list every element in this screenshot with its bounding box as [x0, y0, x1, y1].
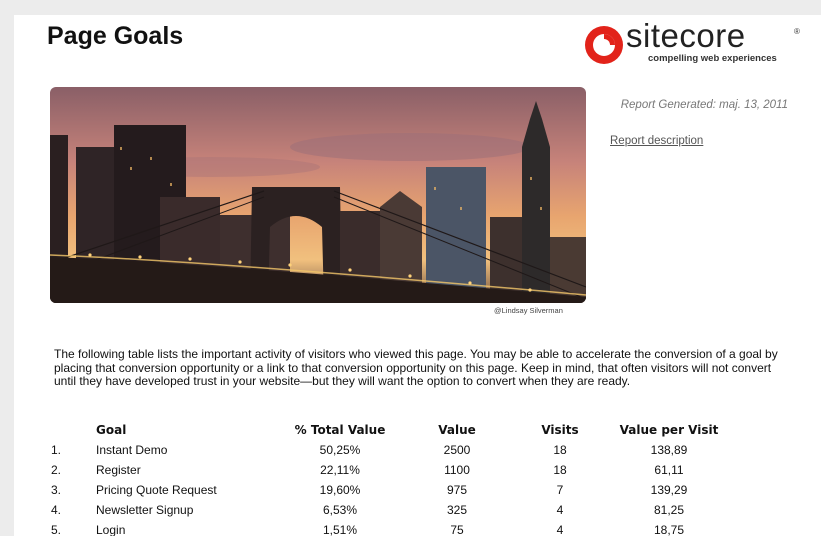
goal-visits: 18: [553, 443, 567, 457]
goal-name: Register: [96, 463, 141, 477]
sitecore-logo-icon: [585, 26, 623, 64]
value-per-visit: 81,25: [653, 503, 685, 517]
header-goal: Goal: [96, 423, 127, 437]
value-per-visit: 18,75: [653, 523, 685, 536]
percent-total-value: 22,11%: [320, 463, 360, 477]
goal-value: 2500: [443, 443, 471, 457]
goal-visits: 18: [553, 463, 567, 477]
header-number: [51, 420, 96, 440]
goal-visits: 4: [556, 503, 564, 517]
goal-name: Newsletter Signup: [96, 503, 194, 517]
city-skyline-photo: [50, 87, 586, 303]
row-number: 3.: [51, 483, 62, 497]
percent-total-value: 50,25%: [319, 443, 361, 457]
table-header-row: Goal % Total Value Value Visits Value pe…: [51, 420, 726, 440]
photo-credit: @Lindsay Silverman: [494, 306, 563, 315]
logo-tagline: compelling web experiences: [648, 53, 777, 64]
row-number: 4.: [51, 503, 62, 517]
logo-wordmark: sitecore: [626, 17, 746, 54]
value-per-visit: 138,89: [650, 443, 688, 457]
goal-value: 75: [450, 523, 464, 536]
report-generated-date: Report Generated: maj. 13, 2011: [620, 99, 788, 111]
row-number: 5.: [51, 523, 62, 536]
table-row: 5. Login 1,51% 75 4 18,75: [51, 520, 726, 536]
goals-table: Goal % Total Value Value Visits Value pe…: [51, 420, 726, 536]
percent-total-value: 19,60%: [319, 483, 361, 497]
intro-paragraph: The following table lists the important …: [54, 347, 778, 389]
sitecore-logo: sitecore ® compelling web experiences: [582, 17, 810, 71]
table-row: 3. Pricing Quote Request 19,60% 975 7 13…: [51, 480, 726, 500]
goal-visits: 7: [556, 483, 564, 497]
report-description-link[interactable]: Report description: [610, 135, 703, 147]
percent-total-value: 1,51%: [322, 523, 358, 536]
row-number: 2.: [51, 463, 62, 477]
report-page: Page Goals sitecore ® compelling web exp…: [14, 15, 821, 536]
goal-name: Login: [96, 523, 126, 536]
percent-total-value: 6,53%: [322, 503, 358, 517]
header-visits: Visits: [541, 423, 579, 437]
goal-value: 975: [446, 483, 468, 497]
header-value-per-visit: Value per Visit: [619, 423, 719, 437]
table-row: 4. Newsletter Signup 6,53% 325 4 81,25: [51, 500, 726, 520]
header-value: Value: [438, 423, 476, 437]
goal-value: 1100: [444, 463, 470, 477]
row-number: 1.: [51, 443, 62, 457]
goal-name: Pricing Quote Request: [96, 483, 217, 497]
value-per-visit: 139,29: [650, 483, 688, 497]
value-per-visit: 61,11: [654, 463, 684, 477]
goal-value: 325: [446, 503, 468, 517]
goal-name: Instant Demo: [96, 443, 168, 457]
table-row: 1. Instant Demo 50,25% 2500 18 138,89: [51, 440, 726, 460]
header-percent-total-value: % Total Value: [294, 423, 386, 437]
goal-visits: 4: [556, 523, 564, 536]
page-title: Page Goals: [47, 22, 184, 50]
table-row: 2. Register 22,11% 1100 18 61,11: [51, 460, 726, 480]
logo-registered-mark: ®: [794, 27, 800, 36]
